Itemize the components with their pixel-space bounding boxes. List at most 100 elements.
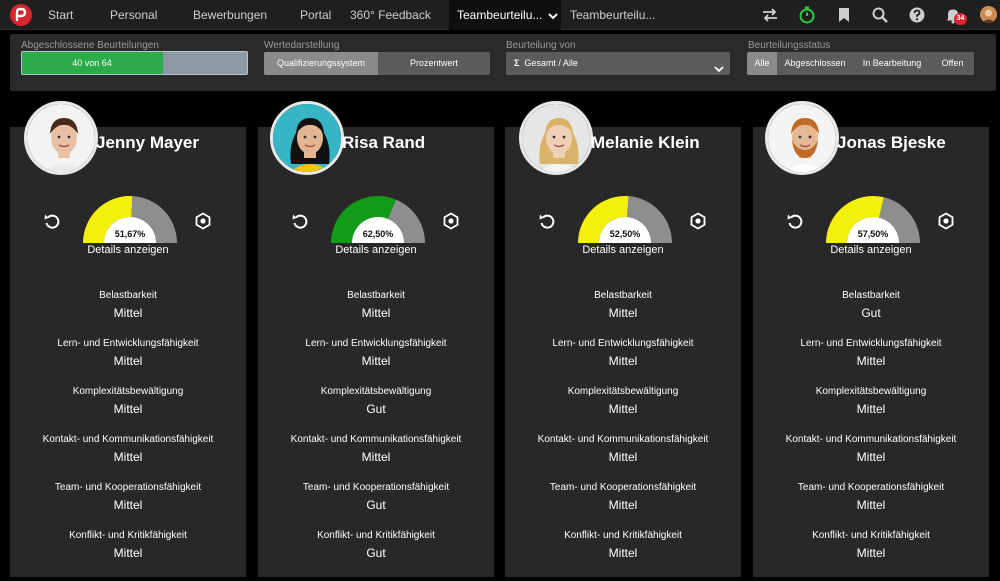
- criterion-label: Konflikt- und Kritikfähigkeit: [812, 530, 930, 541]
- undo-icon[interactable]: [786, 212, 804, 230]
- criterion: Belastbarkeit Mittel: [258, 290, 494, 320]
- tab-label: Teambeurteilu...: [457, 8, 543, 22]
- criterion-rating: Mittel: [856, 498, 886, 512]
- undo-icon[interactable]: [43, 212, 61, 230]
- notification-badge: 34: [954, 13, 967, 25]
- gauge-percent-label: 52,50%: [609, 229, 641, 239]
- criterion-label: Kontakt- und Kommunikationsfähigkeit: [537, 434, 709, 445]
- option-prozentwert[interactable]: Prozentwert: [378, 52, 490, 75]
- criterion: Komplexitätsbewältigung Mittel: [753, 386, 989, 416]
- criterion: Lern- und Entwicklungsfähigkeit Mittel: [505, 338, 741, 368]
- person-name: Melanie Klein: [591, 133, 700, 152]
- criterion: Komplexitätsbewältigung Mittel: [505, 386, 741, 416]
- tab-personal[interactable]: Personal: [110, 0, 157, 30]
- tab-bewerbungen[interactable]: Bewerbungen: [193, 0, 267, 30]
- tab-portal[interactable]: Portal: [300, 0, 331, 30]
- criterion-label: Kontakt- und Kommunikationsfähigkeit: [290, 434, 462, 445]
- criterion-label: Komplexitätsbewältigung: [72, 386, 184, 397]
- sigma-icon: Σ: [514, 58, 520, 68]
- top-navigation: Start Personal Bewerbungen Portal 360° F…: [0, 0, 1000, 30]
- person-name: Jenny Mayer: [96, 133, 199, 152]
- criterion-rating: Mittel: [113, 402, 143, 416]
- status-option-in-bearbeitung[interactable]: In Bearbeitung: [853, 52, 931, 75]
- undo-icon[interactable]: [291, 212, 309, 230]
- person-photo: [24, 101, 98, 175]
- display-toggle: Qualifizierungssystem Prozentwert: [264, 52, 490, 75]
- criterion: Kontakt- und Kommunikationsfähigkeit Mitt…: [505, 434, 741, 464]
- details-link[interactable]: Details anzeigen: [258, 244, 494, 256]
- score-gauge: [826, 196, 920, 243]
- tab-start[interactable]: Start: [48, 0, 73, 30]
- criterion: Team- und Kooperationsfähigkeit Gut: [258, 482, 494, 512]
- swap-arrows-icon[interactable]: [761, 6, 779, 24]
- settings-icon[interactable]: [937, 212, 955, 230]
- status-toggle: Alle Abgeschlossen In Bearbeitung Offen: [747, 52, 974, 75]
- details-link[interactable]: Details anzeigen: [10, 244, 246, 256]
- chevron-down-icon: [548, 1, 559, 31]
- search-icon[interactable]: [871, 6, 889, 24]
- criterion-rating: Mittel: [608, 546, 638, 560]
- criterion-label: Konflikt- und Kritikfähigkeit: [564, 530, 682, 541]
- criterion-rating: Mittel: [113, 354, 143, 368]
- status-option-abgeschlossen[interactable]: Abgeschlossen: [777, 52, 853, 75]
- criterion-rating: Mittel: [361, 354, 391, 368]
- criterion-label: Komplexitätsbewältigung: [567, 386, 679, 397]
- criterion-label: Lern- und Entwicklungsfähigkeit: [800, 338, 942, 349]
- option-qualifizierungssystem[interactable]: Qualifizierungssystem: [264, 52, 378, 75]
- criterion-rating: Mittel: [608, 354, 638, 368]
- criterion-rating: Gut: [366, 498, 386, 512]
- criterion: Belastbarkeit Gut: [753, 290, 989, 320]
- settings-icon[interactable]: [194, 212, 212, 230]
- criterion: Lern- und Entwicklungsfähigkeit Mittel: [753, 338, 989, 368]
- person-card: Risa Rand 62,50% Details anzeigen Belastbar…: [258, 101, 494, 577]
- person-card: Jenny Mayer 51,67% Details anzeigen Belastb…: [10, 101, 246, 577]
- undo-icon[interactable]: [538, 212, 556, 230]
- tab-teambeurteilung-active[interactable]: Teambeurteilu...: [449, 0, 561, 30]
- person-name: Jonas Bjeske: [837, 133, 946, 152]
- criterion: Komplexitätsbewältigung Mittel: [10, 386, 246, 416]
- criterion: Konflikt- und Kritikfähigkeit Mittel: [10, 530, 246, 560]
- criterion-label: Belastbarkeit: [99, 290, 157, 301]
- progress-text: 40 von 64: [72, 58, 112, 68]
- criterion-rating: Mittel: [856, 450, 886, 464]
- criterion-label: Konflikt- und Kritikfähigkeit: [69, 530, 187, 541]
- criterion-label: Komplexitätsbewältigung: [320, 386, 432, 397]
- display-label: Wertedarstellung: [264, 40, 340, 51]
- criterion: Konflikt- und Kritikfähigkeit Mittel: [753, 530, 989, 560]
- tab-360-feedback[interactable]: 360° Feedback: [350, 0, 431, 30]
- gauge-percent-label: 57,50%: [857, 229, 889, 239]
- gauge-percent-label: 62,50%: [362, 229, 394, 239]
- score-gauge: [331, 196, 425, 243]
- bookmark-icon[interactable]: [835, 6, 853, 24]
- criterion-rating: Mittel: [608, 306, 638, 320]
- person-card: Melanie Klein 52,50% Details anzeigen Belas…: [505, 101, 741, 577]
- rating-by-select[interactable]: Σ Gesamt / Alle: [506, 52, 730, 75]
- completed-label: Abgeschlossene Beurteilungen: [21, 40, 159, 51]
- user-avatar[interactable]: [980, 6, 997, 23]
- criterion-rating: Mittel: [856, 546, 886, 560]
- help-icon[interactable]: [908, 6, 926, 24]
- criterion-rating: Mittel: [608, 450, 638, 464]
- settings-icon[interactable]: [442, 212, 460, 230]
- details-link[interactable]: Details anzeigen: [753, 244, 989, 256]
- status-option-alle[interactable]: Alle: [747, 52, 777, 75]
- criterion-rating: Mittel: [113, 546, 143, 560]
- criterion-label: Team- und Kooperationsfähigkeit: [54, 482, 202, 493]
- status-option-offen[interactable]: Offen: [931, 52, 974, 75]
- criterion-rating: Mittel: [113, 498, 143, 512]
- person-photo: [765, 101, 839, 175]
- criterion: Kontakt- und Kommunikationsfähigkeit Mitt…: [258, 434, 494, 464]
- settings-icon[interactable]: [689, 212, 707, 230]
- completed-progress-bar: 40 von 64: [21, 51, 248, 75]
- criterion-label: Team- und Kooperationsfähigkeit: [797, 482, 945, 493]
- criterion-label: Lern- und Entwicklungsfähigkeit: [305, 338, 447, 349]
- stopwatch-icon[interactable]: [798, 6, 816, 24]
- tab-teambeurteilung[interactable]: Teambeurteilu...: [570, 0, 655, 30]
- criterion-label: Komplexitätsbewältigung: [815, 386, 927, 397]
- details-link[interactable]: Details anzeigen: [505, 244, 741, 256]
- criterion-label: Team- und Kooperationsfähigkeit: [549, 482, 697, 493]
- status-label: Beurteilungsstatus: [748, 40, 831, 51]
- app-logo[interactable]: [10, 4, 32, 26]
- person-card: Jonas Bjeske 57,50% Details anzeigen Belast…: [753, 101, 989, 577]
- rating-by-label: Beurteilung von: [506, 40, 576, 51]
